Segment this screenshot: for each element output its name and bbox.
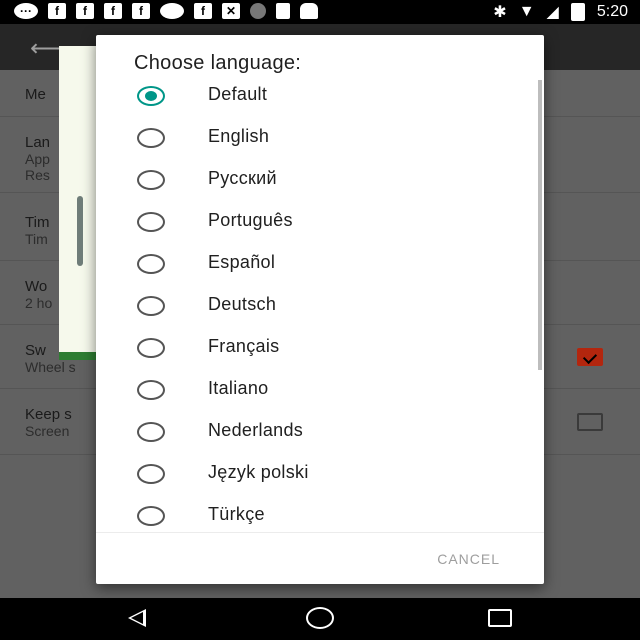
- f-icon: f: [194, 3, 212, 19]
- setting-title: Me: [25, 86, 46, 103]
- radio-icon[interactable]: [137, 464, 165, 484]
- setting-title: Tim: [25, 214, 50, 231]
- language-label: Русский: [208, 168, 277, 188]
- setting-item[interactable]: Lan App Res: [25, 134, 50, 183]
- signal-icon: ◢: [546, 4, 559, 21]
- radio-icon[interactable]: [137, 128, 165, 148]
- language-option-turkish[interactable]: Türkçe: [96, 494, 544, 532]
- language-label: Español: [208, 252, 276, 272]
- radio-icon[interactable]: [137, 170, 165, 190]
- language-label: Français: [208, 336, 280, 356]
- language-option-italian[interactable]: Italiano: [96, 368, 544, 410]
- language-label: Italiano: [208, 378, 269, 398]
- language-label: English: [208, 126, 270, 146]
- status-bar: ··· f f f f f ✕ ✱ ▼ ◢ 5:20: [0, 0, 640, 24]
- preview-bar: [59, 352, 99, 360]
- radio-icon[interactable]: [137, 296, 165, 316]
- language-label: Português: [208, 210, 293, 230]
- language-option-spanish[interactable]: Español: [96, 242, 544, 284]
- setting-title: Keep s: [25, 406, 72, 423]
- clock: 5:20: [596, 3, 628, 20]
- radio-selected-icon[interactable]: [137, 86, 165, 106]
- choose-language-dialog: Choose language: Default English Русский…: [96, 35, 544, 584]
- setting-item[interactable]: Tim Tim: [25, 214, 49, 247]
- setting-title: Lan: [25, 134, 51, 151]
- wifi-icon: ▼: [518, 3, 535, 20]
- language-option-english[interactable]: English: [96, 116, 544, 158]
- f-icon: f: [76, 3, 94, 19]
- dialog-title: Choose language:: [134, 52, 302, 74]
- radio-icon[interactable]: [137, 254, 165, 274]
- f-icon: f: [104, 3, 122, 19]
- language-option-french[interactable]: Français: [96, 326, 544, 368]
- setting-subtitle: Res: [25, 167, 50, 183]
- home-icon[interactable]: [306, 607, 334, 629]
- notification-icons: ··· f f f f f ✕: [14, 3, 318, 19]
- language-option-dutch[interactable]: Nederlands: [96, 410, 544, 452]
- bluetooth-icon: ✱: [493, 4, 507, 21]
- language-option-russian[interactable]: Русский: [96, 158, 544, 200]
- f-icon: f: [132, 3, 150, 19]
- dialog-scrollbar[interactable]: [538, 80, 542, 370]
- radio-icon[interactable]: [137, 212, 165, 232]
- lock-icon: [276, 3, 290, 19]
- language-label: Język polski: [208, 462, 309, 482]
- setting-subtitle: Wheel s: [25, 359, 76, 375]
- setting-subtitle: Screen: [25, 423, 70, 439]
- dialog-divider: [96, 532, 544, 533]
- back-icon[interactable]: [128, 609, 146, 627]
- alert-icon: [250, 3, 266, 19]
- chat-icon: ···: [14, 3, 38, 19]
- language-label: Default: [208, 84, 268, 104]
- radio-icon[interactable]: [137, 422, 165, 442]
- cloud-icon: [160, 3, 184, 19]
- setting-item[interactable]: Wo 2 ho: [25, 278, 52, 311]
- satellite-icon: ✕: [222, 3, 240, 19]
- language-option-default[interactable]: Default: [96, 74, 544, 116]
- setting-subtitle: App: [25, 151, 50, 167]
- setting-subtitle: Tim: [25, 231, 48, 247]
- recent-apps-icon[interactable]: [488, 609, 512, 627]
- android-icon: [300, 3, 318, 19]
- keep-screen-checkbox[interactable]: [577, 413, 603, 431]
- swipe-checkbox[interactable]: [577, 348, 603, 366]
- radio-icon[interactable]: [137, 338, 165, 358]
- language-label: Türkçe: [208, 504, 265, 524]
- language-option-polish[interactable]: Język polski: [96, 452, 544, 494]
- system-icons: ✱ ▼ ◢ 5:20: [493, 2, 628, 22]
- setting-item[interactable]: Keep s Screen: [25, 406, 72, 439]
- setting-item[interactable]: Me: [25, 86, 46, 103]
- preview-shape: [77, 196, 83, 266]
- radio-icon[interactable]: [137, 380, 165, 400]
- radio-icon[interactable]: [137, 506, 165, 526]
- language-option-portuguese[interactable]: Português: [96, 200, 544, 242]
- f-icon: f: [48, 3, 66, 19]
- setting-subtitle: 2 ho: [25, 295, 53, 311]
- cancel-button[interactable]: CANCEL: [437, 551, 500, 567]
- language-option-german[interactable]: Deutsch: [96, 284, 544, 326]
- language-label: Deutsch: [208, 294, 277, 314]
- setting-title: Wo: [25, 278, 48, 295]
- navigation-bar: [0, 598, 640, 640]
- language-list: Default English Русский Português Españo…: [96, 74, 544, 532]
- language-label: Nederlands: [208, 420, 304, 440]
- battery-icon: [570, 3, 585, 21]
